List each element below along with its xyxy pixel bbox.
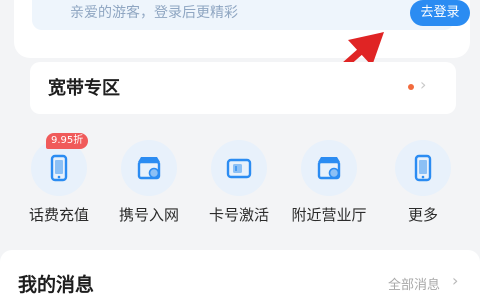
service-label: 附近营业厅 <box>291 206 367 224</box>
messages-title: 我的消息 <box>18 274 95 296</box>
discount-badge: 9.95折 <box>46 133 89 149</box>
service-label: 卡号激活 <box>208 206 269 224</box>
messages-section: 我的消息 全部消息 › <box>0 250 480 300</box>
service-number-transfer[interactable]: 携号入网 <box>104 140 194 232</box>
service-label: 话费充值 <box>28 206 89 224</box>
chevron-right-icon[interactable]: › <box>452 271 458 290</box>
broadband-row[interactable]: 宽带专区 › <box>30 62 456 114</box>
store-transfer-icon <box>121 140 177 196</box>
service-sim-activate[interactable]: 卡号激活 <box>194 140 284 232</box>
service-label: 携号入网 <box>118 206 179 224</box>
service-recharge[interactable]: 9.95折 话费充值 <box>14 133 104 232</box>
chevron-right-icon: › <box>420 75 427 94</box>
sim-card-activate-icon <box>211 140 267 196</box>
service-more[interactable]: 更多 <box>378 140 468 232</box>
login-banner: 亲爱的游客，登录后更精彩 去登录 <box>32 0 470 30</box>
service-nearby-store[interactable]: 附近营业厅 <box>284 140 374 232</box>
nearby-store-icon <box>301 140 357 196</box>
all-messages-link[interactable]: 全部消息 <box>388 274 440 293</box>
more-phone-icon <box>395 140 451 196</box>
notification-dot <box>408 84 414 90</box>
login-hint-text: 亲爱的游客，登录后更精彩 <box>70 5 238 21</box>
service-label: 更多 <box>407 206 438 224</box>
broadband-title: 宽带专区 <box>48 78 120 99</box>
login-button[interactable]: 去登录 <box>410 0 470 26</box>
